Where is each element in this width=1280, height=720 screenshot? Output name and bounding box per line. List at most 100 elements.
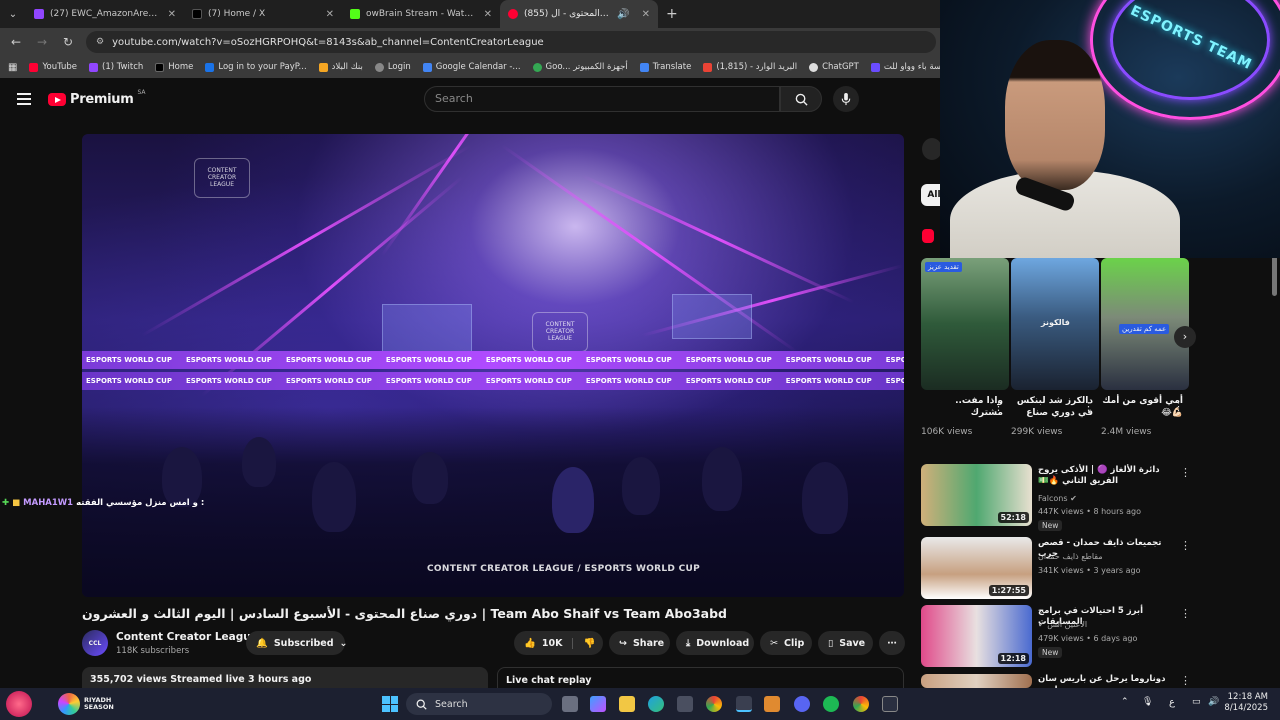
short-thumbnail[interactable]: تقديد عزيز (921, 258, 1009, 390)
bookmark-item[interactable]: Log in to your PayP... (205, 62, 307, 72)
app-icon[interactable] (882, 696, 898, 712)
close-icon[interactable]: ✕ (484, 9, 492, 20)
discord-icon[interactable] (794, 696, 810, 712)
app-icon[interactable] (736, 696, 752, 712)
store-icon[interactable] (677, 696, 693, 712)
menu-icon[interactable] (17, 93, 31, 105)
bookmark-item[interactable]: YouTube (29, 62, 77, 72)
close-icon[interactable]: ✕ (168, 9, 176, 20)
riyadh-season-widget[interactable]: RIYADH SEASON (58, 693, 120, 715)
tab-twitch[interactable]: (27) EWC_AmazonArena_AR - Tw ✕ (26, 0, 184, 28)
video-thumbnail[interactable]: 1:27:55 (921, 537, 1032, 599)
subscribed-button[interactable]: 🔔 Subscribed ⌄ (246, 631, 348, 655)
more-icon[interactable]: ⋮ (1180, 607, 1191, 620)
video-thumbnail[interactable]: 52:18 (921, 464, 1032, 526)
task-view-icon[interactable] (562, 696, 578, 712)
microphone-icon[interactable]: 🎙 (1142, 697, 1153, 707)
channel-name[interactable]: Falcons ✔ (1038, 494, 1077, 503)
short-thumbnail[interactable]: عمه كم تقدرين (1101, 258, 1189, 390)
channel-name[interactable]: ✔ الأعنين الس (1038, 620, 1087, 629)
bookmark-item[interactable]: مؤسسة باء وواو للت... (870, 62, 940, 72)
copilot-icon[interactable] (590, 696, 606, 712)
scrollbar-thumb[interactable] (1272, 256, 1277, 296)
youtube-icon (508, 9, 518, 19)
volume-icon[interactable]: 🔊 (1208, 697, 1219, 707)
file-explorer-icon[interactable] (619, 696, 635, 712)
short-thumbnail[interactable]: فالكونز (1011, 258, 1099, 390)
bookmark-icon (870, 62, 880, 72)
back-icon[interactable]: ← (8, 35, 24, 49)
tray-chevron-icon[interactable]: ⌃ (1121, 697, 1129, 707)
download-button[interactable]: ⤓ Download (676, 631, 754, 655)
network-icon[interactable]: ▭ (1192, 697, 1201, 707)
bookmark-item[interactable]: Home (155, 62, 193, 72)
clock[interactable]: 12:18 AM 8/14/2025 (1224, 692, 1268, 715)
reload-icon[interactable]: ↻ (60, 35, 76, 49)
tab-search-icon[interactable]: ⌄ (0, 0, 26, 28)
chat-message: و امس منزل مؤسسي الفقته : (76, 498, 205, 508)
site-info-icon[interactable]: ⚙ (96, 37, 104, 47)
voice-search-button[interactable] (833, 86, 859, 112)
share-button[interactable]: ↪ Share (609, 631, 670, 655)
save-button[interactable]: ▯ Save (818, 631, 873, 655)
search-input[interactable]: Search (424, 86, 780, 112)
short-title[interactable]: أمي أقوى من أمك 💪🏻😂 (1101, 395, 1183, 419)
audio-icon[interactable]: 🔊 (617, 9, 629, 20)
url-field[interactable]: ⚙ youtube.com/watch?v=oSozHGRPOHQ&t=8143… (86, 31, 936, 53)
close-icon[interactable]: ✕ (326, 9, 334, 20)
more-icon[interactable]: ⋮ (1180, 539, 1191, 552)
bookmark-item[interactable]: (1) Twitch (89, 62, 143, 72)
clip-button[interactable]: ✂ Clip (760, 631, 812, 655)
like-button[interactable]: 👍 10K (524, 638, 562, 649)
shorts-next-button[interactable]: › (1174, 326, 1196, 348)
more-icon[interactable]: ⋮ (1083, 400, 1094, 413)
short-title[interactable]: دالكرز شد لبنكس في دوري صناع (1011, 395, 1093, 419)
search-button[interactable] (780, 86, 822, 112)
channel-name[interactable]: مقاطع ذايف حمدان (1038, 552, 1103, 561)
forward-icon[interactable]: → (34, 35, 50, 49)
short-title[interactable]: واذا مفت.. مشترك (921, 395, 1003, 419)
youtube-logo[interactable]: Premium SA (48, 89, 146, 107)
bookmark-item[interactable]: Translate (639, 62, 691, 72)
bookmark-item[interactable]: بنك البلاد (318, 62, 363, 72)
edge-icon[interactable] (648, 696, 664, 712)
more-icon[interactable]: ⋮ (993, 400, 1004, 413)
circle-button[interactable] (922, 138, 942, 160)
bookmark-item[interactable]: ChatGPT (809, 62, 859, 72)
bookmark-item[interactable]: Login (374, 62, 411, 72)
taskbar-search[interactable]: Search (406, 693, 552, 715)
new-tab-button[interactable]: + (658, 6, 686, 22)
chrome-icon[interactable] (706, 696, 722, 712)
video-title[interactable]: دائرة الألغاز 🟣 | الأذكى يروح الفريق الث… (1038, 465, 1168, 488)
search-icon (795, 93, 808, 106)
input-language[interactable]: ع (1169, 697, 1175, 708)
more-icon[interactable]: ⋮ (1180, 674, 1191, 687)
chrome-icon[interactable] (853, 696, 869, 712)
more-icon[interactable]: ⋮ (1173, 400, 1184, 413)
verified-icon: ✔ (1070, 494, 1077, 503)
video-thumbnail[interactable]: 12:18 (921, 605, 1032, 667)
channel-avatar[interactable]: CCL (82, 630, 108, 656)
bookmarks-bar: ▦ YouTube (1) Twitch Home Log in to your… (0, 56, 940, 78)
tab-x[interactable]: (7) Home / X ✕ (184, 0, 342, 28)
more-icon[interactable]: ⋮ (1180, 466, 1191, 479)
scissors-icon: ✂ (770, 637, 778, 649)
more-actions-button[interactable]: ⋯ (879, 631, 905, 655)
bookmark-item[interactable]: Goo... أجهزة الكمبيوتر (532, 62, 628, 72)
close-icon[interactable]: ✕ (642, 9, 650, 20)
short-caption: عمه كم تقدرين (1119, 324, 1170, 334)
video-thumbnail[interactable] (921, 674, 1032, 688)
widgets-icon[interactable] (6, 691, 32, 717)
channel-name[interactable]: Content Creator League (116, 631, 258, 643)
start-icon[interactable] (382, 696, 398, 712)
apps-icon[interactable]: ▦ (8, 62, 17, 73)
tab-kick[interactable]: owBrain Stream - Watch Live on ✕ (342, 0, 500, 28)
video-player[interactable]: CONTENT CREATOR LEAGUE CONTENT CREATOR L… (82, 134, 904, 597)
app-icon[interactable] (764, 696, 780, 712)
bookmark-item[interactable]: (1,815) - البريد الوارد (703, 62, 797, 72)
spotify-icon[interactable] (823, 696, 839, 712)
dislike-button[interactable]: 👎 (572, 637, 595, 649)
tab-title: (27) EWC_AmazonArena_AR - Tw (50, 9, 162, 19)
bookmark-item[interactable]: Google Calendar -... (422, 62, 521, 72)
tab-youtube[interactable]: (855) دوري صناع المحتوى - ال 🔊 ✕ (500, 0, 658, 28)
